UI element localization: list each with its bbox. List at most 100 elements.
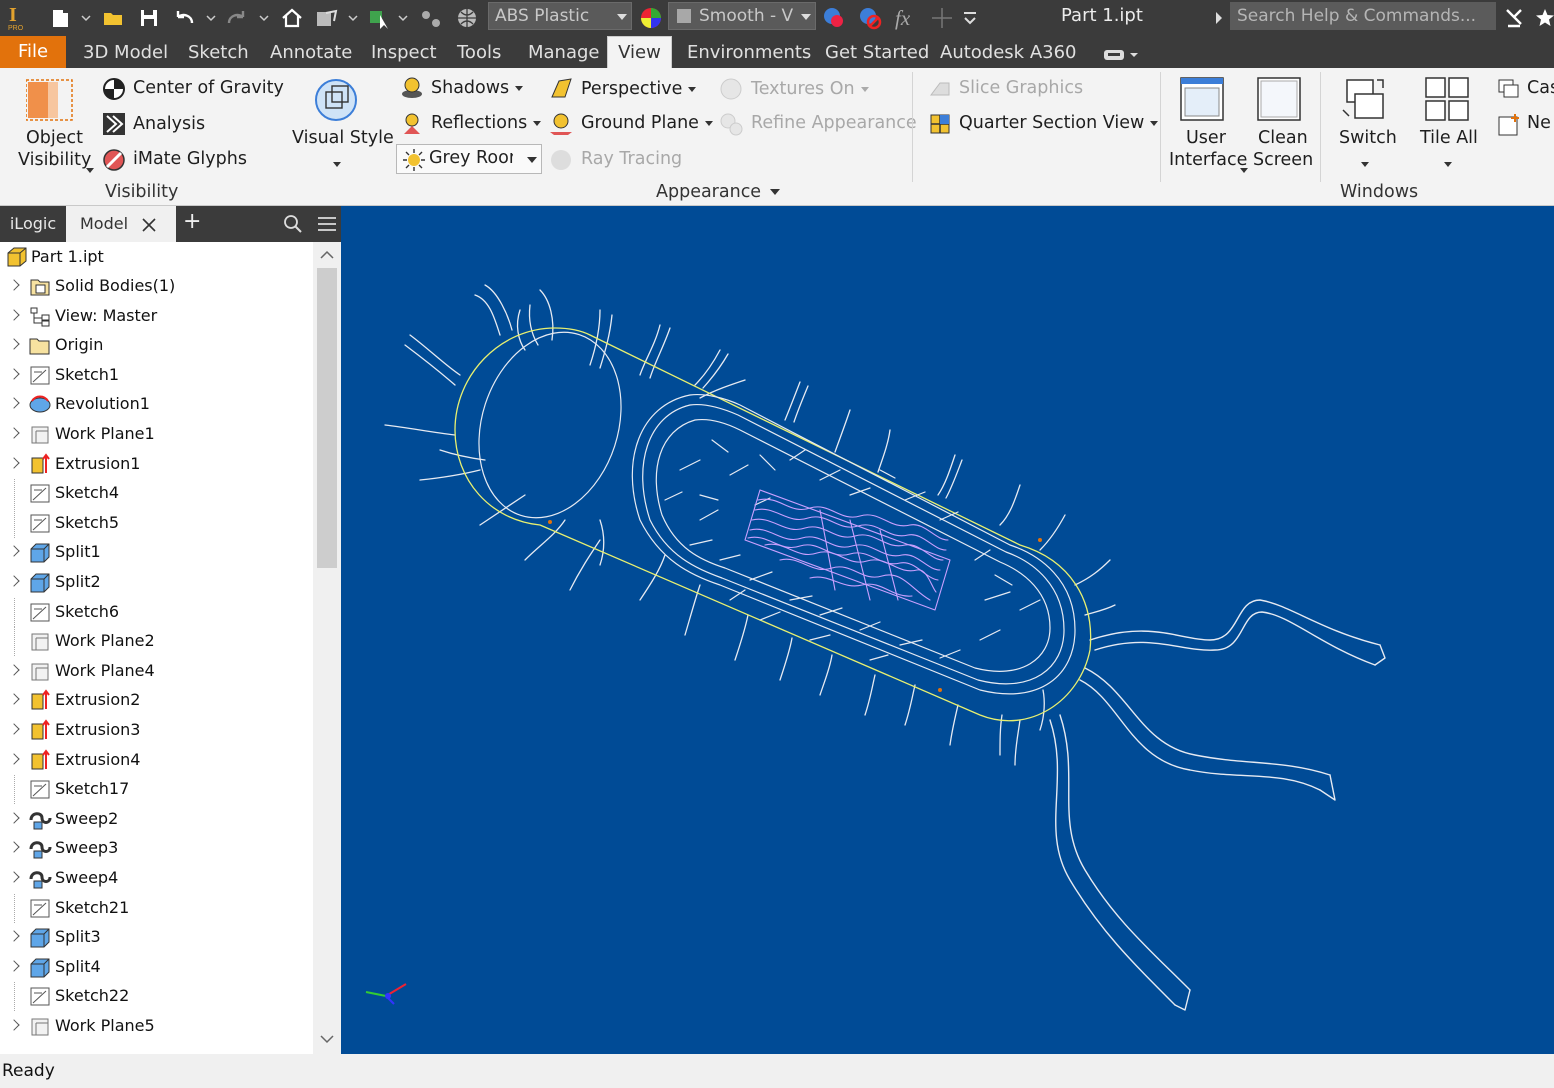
measure-icon[interactable] — [418, 4, 444, 32]
analysis-label[interactable]: Analysis — [133, 114, 205, 134]
chevron-right-icon[interactable] — [8, 841, 20, 854]
tree-item[interactable]: Work Plane2 — [0, 627, 313, 657]
chevron-down-icon[interactable] — [81, 4, 91, 32]
tree-item[interactable]: Work Plane4 — [0, 657, 313, 686]
chevron-right-icon[interactable] — [8, 308, 20, 321]
appearance-panel-label[interactable]: Appearance — [656, 182, 781, 202]
graphics-viewport[interactable] — [341, 206, 1554, 1054]
search-icon[interactable] — [283, 214, 303, 234]
tree-item[interactable]: Split2 — [0, 568, 313, 597]
reflections-icon[interactable] — [400, 112, 424, 141]
tree-item[interactable]: Sweep3 — [0, 834, 313, 863]
tab-tools[interactable]: Tools — [457, 40, 501, 68]
chevron-down-icon[interactable] — [348, 4, 358, 32]
clean-screen-label-1[interactable]: Clean — [1258, 128, 1308, 148]
chevron-right-icon[interactable] — [8, 693, 20, 706]
tree-item[interactable]: Work Plane1 — [0, 420, 313, 449]
tab-manage[interactable]: Manage — [528, 40, 600, 68]
reflections-label[interactable]: Reflections — [431, 113, 542, 133]
add-tab-button[interactable]: + — [183, 209, 201, 234]
clean-screen-label-2[interactable]: Screen — [1253, 150, 1313, 170]
parameters-icon[interactable]: fx — [895, 4, 910, 32]
tab-sketch[interactable]: Sketch — [188, 40, 249, 68]
tree-item[interactable]: Sketch21 — [0, 893, 313, 923]
shadows-label[interactable]: Shadows — [431, 78, 524, 98]
tree-item[interactable]: Sketch17 — [0, 775, 313, 805]
chevron-down-icon[interactable] — [1240, 159, 1248, 179]
tree-item[interactable]: Extrusion4 — [0, 746, 313, 775]
tab-3d-model[interactable]: 3D Model — [83, 40, 168, 68]
tree-scrollbar[interactable] — [313, 242, 341, 1054]
undo-icon[interactable] — [172, 4, 196, 32]
analysis-icon[interactable] — [102, 112, 126, 141]
object-visibility-label-2[interactable]: Visibility — [18, 150, 91, 170]
tree-item[interactable]: Solid Bodies(1) — [0, 272, 313, 301]
adjust-appearance-icon[interactable] — [821, 4, 847, 32]
crosshair-icon[interactable] — [930, 4, 954, 32]
globe-icon[interactable] — [455, 4, 479, 32]
clean-screen-icon[interactable] — [1256, 76, 1302, 127]
appearance-dropdown[interactable]: Smooth - V — [668, 2, 816, 30]
tab-autodesk-a360[interactable]: Autodesk A360 — [940, 40, 1077, 68]
tree-item[interactable]: Extrusion3 — [0, 716, 313, 745]
tree-item[interactable]: Sweep2 — [0, 805, 313, 834]
ground-plane-label[interactable]: Ground Plane — [581, 113, 713, 133]
tree-item[interactable]: Sketch6 — [0, 597, 313, 627]
tree-item[interactable]: View: Master — [0, 302, 313, 331]
chevron-right-icon[interactable] — [8, 279, 20, 291]
chevron-down-icon[interactable] — [1444, 153, 1452, 173]
tab-inspect[interactable]: Inspect — [371, 40, 437, 68]
chevron-right-icon[interactable] — [1214, 4, 1224, 32]
chevron-right-icon[interactable] — [8, 456, 20, 469]
chevron-right-icon[interactable] — [8, 723, 20, 735]
imate-glyphs-icon[interactable] — [102, 148, 126, 177]
object-visibility-label-1[interactable]: Object — [26, 128, 83, 148]
chevron-down-icon[interactable] — [86, 159, 94, 179]
redo-icon[interactable] — [225, 4, 249, 32]
new-window-label[interactable]: Ne — [1527, 113, 1551, 133]
tree-item[interactable]: Revolution1 — [0, 390, 313, 419]
user-interface-icon[interactable] — [1179, 76, 1225, 127]
color-wheel-icon[interactable] — [638, 4, 664, 32]
chevron-down-icon[interactable] — [1361, 153, 1369, 173]
chevron-right-icon[interactable] — [8, 397, 20, 410]
chevron-right-icon[interactable] — [8, 930, 20, 942]
chevron-up-icon[interactable] — [320, 250, 334, 260]
quarter-section-view-label[interactable]: Quarter Section View — [959, 113, 1159, 133]
chevron-right-icon[interactable] — [8, 1019, 20, 1031]
user-interface-label-2[interactable]: Interface — [1169, 150, 1247, 170]
save-icon[interactable] — [138, 4, 160, 32]
tree-item[interactable]: Sketch5 — [0, 508, 313, 538]
user-interface-label-1[interactable]: User — [1186, 128, 1226, 148]
center-of-gravity-icon[interactable] — [102, 77, 126, 106]
center-of-gravity-label[interactable]: Center of Gravity — [133, 78, 284, 98]
material-dropdown[interactable]: ABS Plastic — [488, 2, 632, 30]
lighting-style-dropdown[interactable]: Grey Room — [396, 144, 542, 174]
chevron-right-icon[interactable] — [8, 368, 20, 380]
shadows-icon[interactable] — [400, 76, 424, 105]
home-icon[interactable] — [280, 4, 304, 32]
model-wireframe[interactable] — [341, 206, 1554, 1054]
perspective-label[interactable]: Perspective — [581, 79, 697, 99]
tab-annotate[interactable]: Annotate — [270, 40, 352, 68]
ground-plane-icon[interactable] — [549, 112, 573, 141]
tree-item[interactable]: Origin — [0, 331, 313, 360]
tree-item[interactable]: Sketch22 — [0, 982, 313, 1012]
tree-item[interactable]: Split4 — [0, 953, 313, 982]
menu-icon[interactable] — [317, 216, 337, 232]
chevron-right-icon[interactable] — [8, 664, 20, 676]
perspective-icon[interactable] — [549, 77, 573, 106]
inventor-pro-logo-icon[interactable]: I PRO — [6, 2, 30, 31]
file-menu-button[interactable]: File — [0, 36, 66, 68]
cascade-label[interactable]: Cas — [1527, 78, 1554, 98]
new-file-icon[interactable] — [50, 4, 72, 32]
tab-view[interactable]: View — [607, 36, 672, 68]
tree-item[interactable]: Sketch1 — [0, 361, 313, 390]
chevron-right-icon[interactable] — [8, 545, 20, 558]
chevron-right-icon[interactable] — [8, 575, 20, 587]
chevron-down-icon[interactable] — [259, 4, 269, 32]
visual-style-label[interactable]: Visual Style — [292, 128, 394, 148]
chevron-right-icon[interactable] — [8, 960, 20, 972]
close-icon[interactable] — [142, 218, 156, 232]
chevron-right-icon[interactable] — [8, 812, 20, 824]
